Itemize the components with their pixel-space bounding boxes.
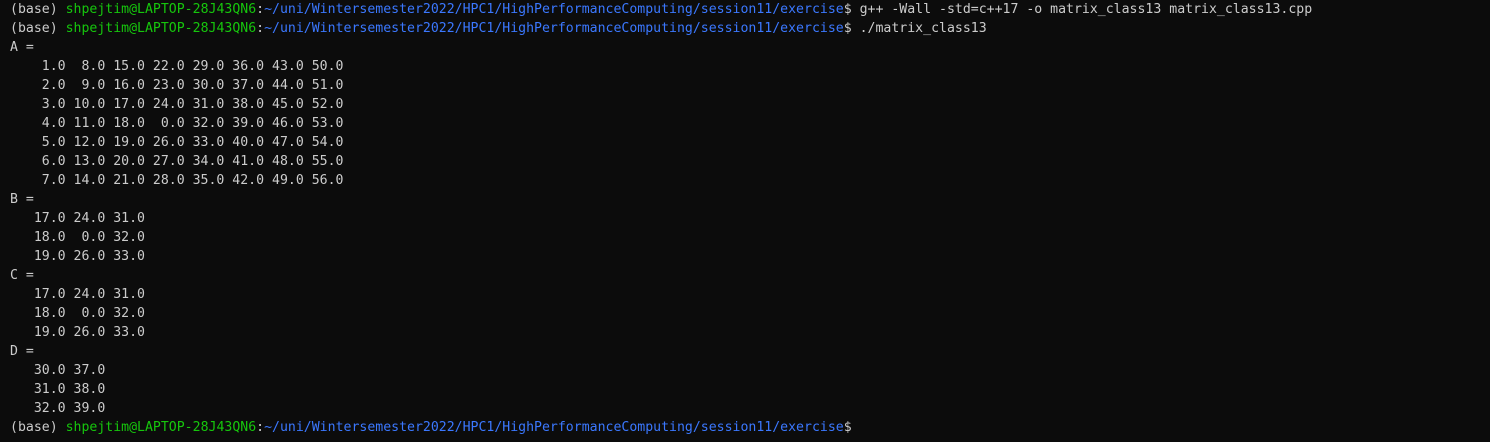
prompt-env: (base) [10,2,58,17]
prompt-path: ~/uni/Wintersemester2022/HPC1/HighPerfor… [264,21,844,36]
command-text: ./matrix_class13 [859,21,987,36]
output-line: 19.0 26.0 33.0 [10,249,145,264]
output-line: 19.0 26.0 33.0 [10,325,145,340]
output-line: 30.0 37.0 [10,363,106,378]
prompt-separator: : [256,420,265,435]
terminal-window[interactable]: (base) shpejtim@LAPTOP-28J43QN6:~/uni/Wi… [0,0,1490,442]
prompt-user-host: shpejtim@LAPTOP-28J43QN6 [65,420,257,435]
output-line: 17.0 24.0 31.0 [10,287,145,302]
prompt-line-2: (base) shpejtim@LAPTOP-28J43QN6:~/uni/Wi… [10,19,1490,38]
output-line: 18.0 0.0 32.0 [10,306,145,321]
prompt-separator: : [256,2,265,17]
output-line: 18.0 0.0 32.0 [10,230,145,245]
prompt-path: ~/uni/Wintersemester2022/HPC1/HighPerfor… [264,2,844,17]
output-line: A = [10,40,34,55]
output-line: 4.0 11.0 18.0 0.0 32.0 39.0 46.0 53.0 [10,116,344,131]
prompt-symbol: $ [843,420,852,435]
output-line: C = [10,268,34,283]
prompt-symbol: $ [843,2,852,17]
output-line: 5.0 12.0 19.0 26.0 33.0 40.0 47.0 54.0 [10,135,344,150]
output-line: 6.0 13.0 20.0 27.0 34.0 41.0 48.0 55.0 [10,154,344,169]
output-line: 1.0 8.0 15.0 22.0 29.0 36.0 43.0 50.0 [10,59,344,74]
prompt-env: (base) [10,420,58,435]
prompt-env: (base) [10,21,58,36]
output-line: D = [10,344,34,359]
prompt-separator: : [256,21,265,36]
prompt-path: ~/uni/Wintersemester2022/HPC1/HighPerfor… [264,420,844,435]
output-line: 32.0 39.0 [10,401,106,416]
prompt-user-host: shpejtim@LAPTOP-28J43QN6 [65,21,257,36]
output-line: 17.0 24.0 31.0 [10,211,145,226]
command-text: g++ -Wall -std=c++17 -o matrix_class13 m… [859,2,1313,17]
output-line: 31.0 38.0 [10,382,106,397]
prompt-symbol: $ [843,21,852,36]
prompt-user-host: shpejtim@LAPTOP-28J43QN6 [65,2,257,17]
output-line: 2.0 9.0 16.0 23.0 30.0 37.0 44.0 51.0 [10,78,344,93]
output-line: 7.0 14.0 21.0 28.0 35.0 42.0 49.0 56.0 [10,173,344,188]
output-line: B = [10,192,34,207]
prompt-line-1: (base) shpejtim@LAPTOP-28J43QN6:~/uni/Wi… [10,0,1490,19]
output-line: 3.0 10.0 17.0 24.0 31.0 38.0 45.0 52.0 [10,97,344,112]
prompt-line-current[interactable]: (base) shpejtim@LAPTOP-28J43QN6:~/uni/Wi… [10,418,1490,437]
